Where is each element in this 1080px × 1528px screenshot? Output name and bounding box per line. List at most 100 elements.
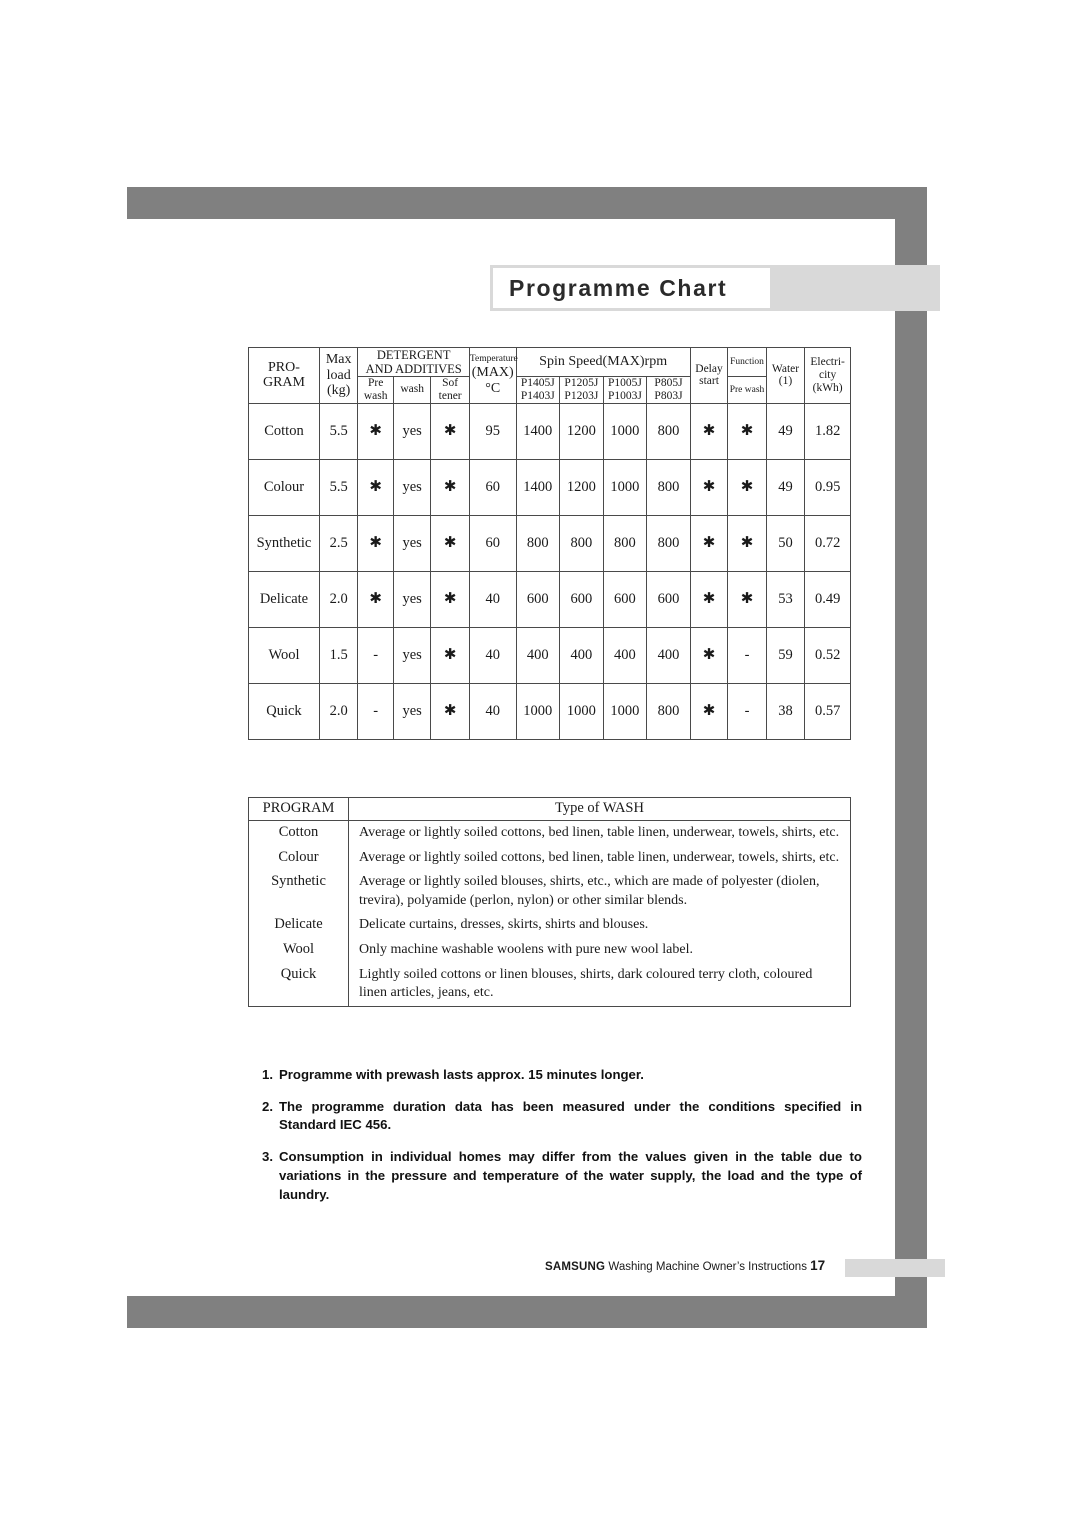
header-spin-model-line1: P1205J	[564, 377, 599, 389]
spec-table-row: Colour 5.5 ✱ yes ✱ 60 1400 1200 1000 800 ✱ ✱ 49 0.95	[248, 458, 851, 516]
cell-program: Colour	[248, 458, 320, 516]
header-water-line2: (1)	[778, 375, 793, 388]
header-spin-speed: Spin Speed(MAX)rpm	[515, 347, 691, 377]
cell-spin-p805j: 800	[646, 458, 691, 516]
asterisk-icon: ✱	[443, 478, 457, 495]
header-program-line1: PRO-	[268, 359, 300, 375]
cell-function-pre-wash: -	[727, 682, 767, 740]
cell-spin-p805j: 600	[646, 570, 691, 628]
cell-wash: yes	[392, 514, 432, 572]
note-item: 2. The programme duration data has been m…	[262, 1098, 862, 1135]
cell-spin-p1405j: 1400	[515, 458, 561, 516]
header-program-line2: GRAM	[262, 375, 305, 391]
note-number: 3.	[262, 1149, 273, 1165]
cell-spin-p1005j: 1000	[602, 458, 648, 516]
header-spin-model-p1405j: P1405J P1403J	[515, 376, 561, 404]
page-footer: SAMSUNG Washing Machine Owner’s Instruct…	[545, 1258, 825, 1273]
cell-softener: ✱	[430, 402, 470, 460]
cell-wash: yes	[392, 402, 432, 460]
cell-max-load: 2.0	[318, 682, 359, 740]
cell-spin-p1205j: 800	[559, 514, 604, 572]
cell-program: Wool	[248, 626, 320, 684]
wash-row-description: Delicate curtains, dresses, skirts, shir…	[359, 917, 649, 933]
spec-table-row: Cotton 5.5 ✱ yes ✱ 95 1400 1200 1000 800 ✱ ✱ 49 1.82	[248, 402, 851, 460]
footer-document-title: Washing Machine Owner’s Instructions	[608, 1261, 807, 1273]
note-item: 1. Programme with prewash lasts approx. 1…	[262, 1066, 862, 1085]
cell-temperature: 40	[468, 682, 517, 740]
cell-water: 59	[765, 626, 806, 684]
asterisk-icon: ✱	[369, 590, 382, 607]
cell-electricity: 1.82	[804, 402, 851, 460]
spec-table-row: Wool 1.5- yes ✱ 40 400 400 400 400 ✱ -59 0.52	[248, 626, 851, 684]
asterisk-icon: ✱	[740, 422, 754, 439]
cell-temperature: 40	[468, 570, 517, 628]
header-pre-wash-line2: wash	[363, 389, 388, 402]
cell-temperature: 60	[468, 458, 517, 516]
header-softener-line1: Sof	[442, 377, 459, 389]
wash-table-row: Quick Lightly soiled cottons or linen blo…	[248, 962, 851, 1007]
cell-spin-p1405j: 800	[515, 514, 561, 572]
cell-temperature: 40	[468, 626, 517, 684]
cell-wash: yes	[392, 458, 432, 516]
asterisk-icon: ✱	[443, 702, 457, 719]
cell-delay-start: ✱	[689, 570, 729, 628]
header-softener-line2: tener	[438, 389, 462, 402]
cell-delay-start: ✱	[689, 458, 729, 516]
header-max-load: Max load (kg)	[318, 347, 359, 404]
wash-header-type: Type of WASH	[348, 797, 851, 821]
header-function-pre-wash-label: Pre wash	[729, 384, 765, 395]
cell-softener: ✱	[430, 570, 470, 628]
header-electricity-line2: city	[819, 368, 837, 381]
asterisk-icon: ✱	[702, 646, 716, 663]
cell-spin-p1405j: 600	[515, 570, 561, 628]
wash-header-row: PROGRAM Type of WASH	[248, 797, 851, 821]
wash-row-description: Lightly soiled cottons or linen blouses,…	[359, 966, 813, 1001]
asterisk-icon: ✱	[740, 478, 754, 495]
wash-table-row: Delicate Delicate curtains, dresses, skir…	[248, 913, 851, 939]
cell-spin-p1205j: 1000	[559, 682, 604, 740]
cell-delay-start: ✱	[689, 682, 729, 740]
cell-spin-p1005j: 1000	[602, 682, 648, 740]
cell-function-pre-wash: -	[727, 626, 767, 684]
asterisk-icon: ✱	[702, 702, 716, 719]
page-frame-top-bar	[127, 187, 927, 219]
header-spin-model-line2: P803J	[654, 389, 683, 402]
spec-table-body: Cotton 5.5 ✱ yes ✱ 95 1400 1200 1000 800 ✱ ✱ 49 1.82 C…	[248, 402, 851, 740]
header-function-label: Function	[730, 356, 764, 367]
header-detergent-line2: AND ADDITIVES	[365, 362, 462, 376]
cell-water: 49	[765, 458, 806, 516]
page-frame-right-bar	[895, 187, 927, 1328]
page-title-box: Programme Chart	[493, 268, 770, 308]
cell-softener: ✱	[430, 514, 470, 572]
footer-page-number: 17	[810, 1258, 826, 1273]
wash-row-description: Average or lightly soiled cottons, bed l…	[359, 849, 840, 865]
wash-row-program: Colour	[248, 845, 349, 871]
header-max-load-line1: Max	[325, 351, 352, 367]
cell-spin-p805j: 800	[646, 402, 691, 460]
note-text: The programme duration data has been mea…	[279, 1098, 862, 1133]
cell-spin-p1005j: 400	[602, 626, 648, 684]
header-temperature-line3: °C	[485, 380, 501, 396]
header-detergent-line1: DETERGENT	[376, 348, 451, 362]
wash-row-description: Only machine washable woolens with pure …	[359, 942, 693, 958]
header-delay-line1: Delay	[695, 362, 723, 375]
wash-row-program: Wool	[248, 938, 349, 963]
programme-spec-table: PRO- GRAM Max load (kg) DETERGENT AND AD…	[248, 347, 851, 740]
cell-spin-p1405j: 1000	[515, 682, 561, 740]
cell-pre-wash: ✱	[357, 570, 394, 628]
header-spin-model-line2: P1403J	[520, 389, 555, 402]
header-max-load-line2: load	[326, 367, 351, 383]
header-spin-model-p1205j: P1205J P1203J	[559, 376, 604, 404]
cell-spin-p1005j: 600	[602, 570, 648, 628]
cell-spin-p1205j: 400	[559, 626, 604, 684]
cell-softener: ✱	[430, 626, 470, 684]
cell-max-load: 2.5	[318, 514, 359, 572]
cell-pre-wash: -	[357, 626, 394, 684]
cell-electricity: 0.95	[804, 458, 851, 516]
spec-table-row: Delicate 2.0 ✱ yes ✱ 40 600 600 600 600 ✱ ✱ 53 0.49	[248, 570, 851, 628]
header-temperature-line1: Temperature	[469, 354, 518, 365]
footer-gray-block	[845, 1259, 945, 1277]
note-text: Consumption in individual homes may diff…	[279, 1149, 862, 1202]
header-temperature-line2: (MAX)	[471, 365, 514, 381]
asterisk-icon: ✱	[369, 422, 382, 439]
